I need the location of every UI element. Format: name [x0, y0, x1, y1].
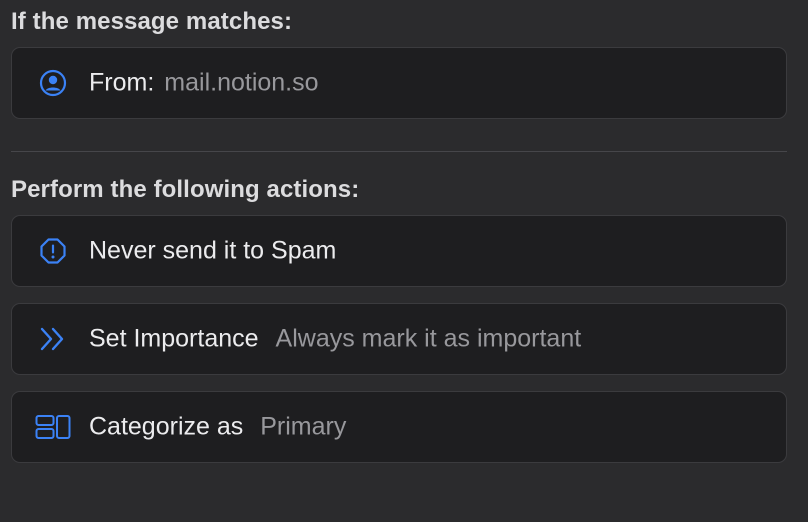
exclamation-octagon-icon	[38, 236, 68, 266]
condition-label: From: mail.notion.so	[89, 69, 319, 98]
condition-value: mail.notion.so	[164, 68, 319, 97]
action-name: Categorize as	[89, 412, 244, 441]
action-row-never-spam[interactable]: Never send it to Spam	[11, 215, 787, 287]
action-row-categorize[interactable]: Categorize as Primary	[11, 391, 787, 463]
action-label: Categorize as Primary	[89, 413, 346, 442]
action-value: Primary	[260, 412, 347, 441]
condition-row-from[interactable]: From: mail.notion.so	[11, 47, 787, 119]
action-name: Set Importance	[89, 324, 259, 353]
action-label: Never send it to Spam	[89, 237, 336, 266]
section-divider	[11, 151, 787, 152]
category-layout-icon	[35, 412, 71, 442]
action-row-set-importance[interactable]: Set Importance Always mark it as importan…	[11, 303, 787, 375]
person-circle-icon	[38, 68, 68, 98]
condition-field-label: From:	[89, 68, 155, 97]
actions-section-title: Perform the following actions:	[11, 176, 360, 203]
match-section-title: If the message matches:	[11, 8, 293, 35]
double-chevron-right-icon	[38, 324, 68, 354]
action-label: Set Importance Always mark it as importan…	[89, 325, 581, 354]
action-name: Never send it to Spam	[89, 236, 337, 265]
action-value: Always mark it as important	[275, 324, 582, 353]
